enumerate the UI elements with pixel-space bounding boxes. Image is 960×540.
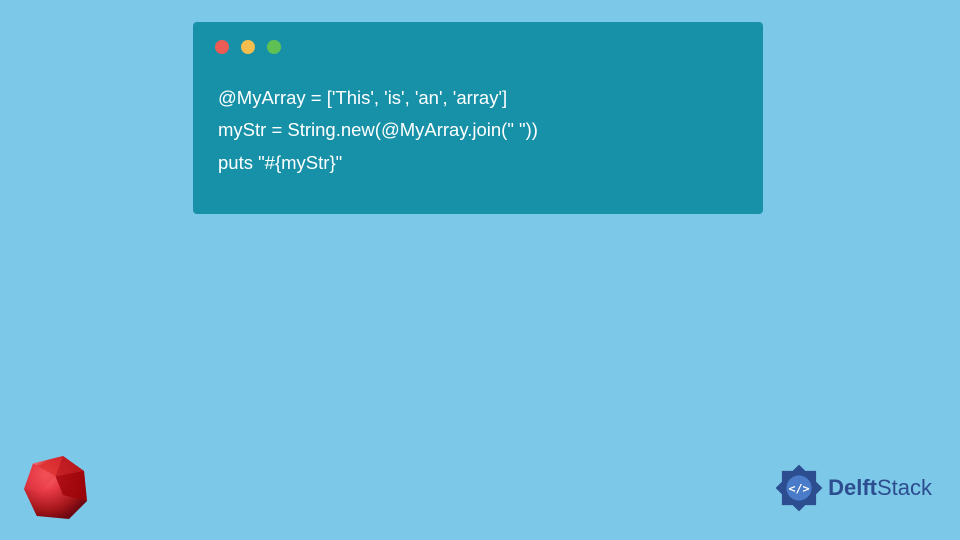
window-minimize-dot bbox=[241, 40, 255, 54]
code-content: @MyArray = ['This', 'is', 'an', 'array']… bbox=[193, 64, 763, 184]
window-close-dot bbox=[215, 40, 229, 54]
brand-name-bold: Delft bbox=[828, 475, 877, 500]
code-window: @MyArray = ['This', 'is', 'an', 'array']… bbox=[193, 22, 763, 214]
delftstack-badge-icon: </> bbox=[772, 461, 826, 515]
window-controls bbox=[193, 22, 763, 64]
code-line-2: myStr = String.new(@MyArray.join(" ")) bbox=[218, 119, 538, 140]
code-line-3: puts "#{myStr}" bbox=[218, 152, 342, 173]
svg-text:</>: </> bbox=[789, 482, 810, 496]
delftstack-brand: </> DelftStack bbox=[772, 461, 932, 515]
delftstack-name: DelftStack bbox=[828, 475, 932, 501]
brand-name-light: Stack bbox=[877, 475, 932, 500]
ruby-logo-icon bbox=[18, 450, 93, 525]
window-maximize-dot bbox=[267, 40, 281, 54]
code-line-1: @MyArray = ['This', 'is', 'an', 'array'] bbox=[218, 87, 507, 108]
